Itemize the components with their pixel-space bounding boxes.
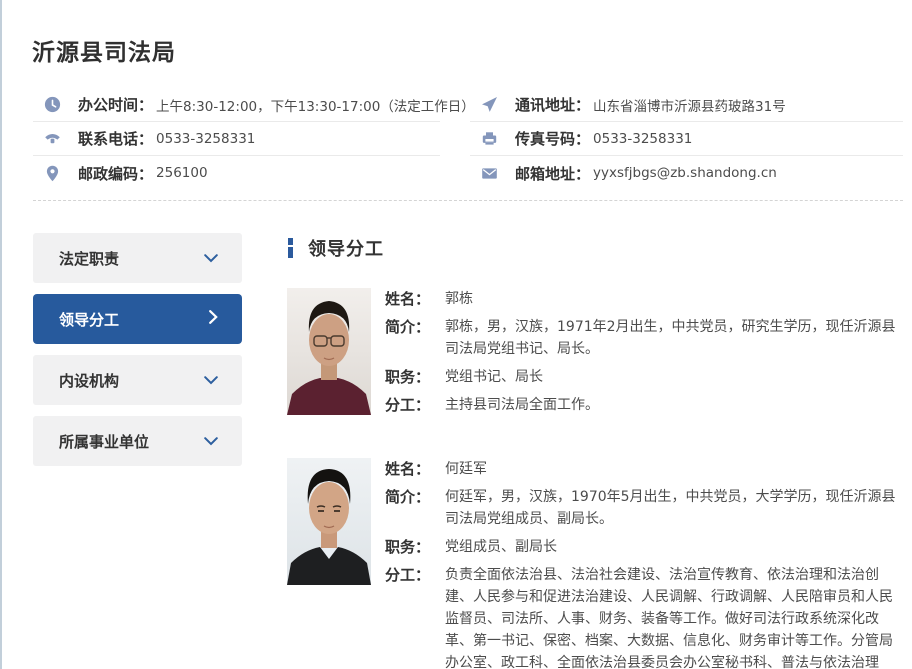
chevron-down-icon [204, 249, 218, 267]
contact-label: 办公时间： [78, 94, 153, 115]
field-label: 简介： [385, 486, 445, 530]
field-label: 姓名： [385, 288, 445, 310]
field-label: 简介： [385, 316, 445, 360]
chevron-right-icon [209, 310, 218, 328]
sidebar-item-label: 所属事业单位 [59, 431, 149, 452]
sidebar-item-label: 法定职责 [59, 248, 119, 269]
sidebar-item-leadership-division[interactable]: 领导分工 [33, 294, 242, 344]
heading-marker-icon [288, 238, 293, 258]
sidebar: 法定职责 领导分工 内设机构 所属事业单位 [33, 233, 242, 477]
field-label: 姓名： [385, 458, 445, 480]
contact-label: 联系电话： [78, 128, 153, 149]
leader-duty: 主持县司法局全面工作。 [445, 394, 903, 416]
sidebar-item-statutory-duties[interactable]: 法定职责 [33, 233, 242, 283]
clock-icon [44, 96, 61, 113]
contact-value: 0533-3258331 [156, 131, 255, 147]
contact-value: 0533-3258331 [593, 131, 692, 147]
leader-name: 何廷军 [445, 458, 903, 480]
page-left-edge [0, 0, 2, 669]
field-profile: 简介： 郭栋，男，汉族，1971年2月出生，中共党员，研究生学历，现任沂源县司法… [385, 316, 903, 360]
leader-position: 党组成员、副局长 [445, 536, 903, 558]
contact-bottom-divider [33, 200, 903, 201]
sidebar-item-label: 领导分工 [59, 309, 119, 330]
field-duty: 分工： 负责全面依法治县、法治社会建设、法治宣传教育、依法治理和法治创建、人民参… [385, 564, 903, 669]
field-label: 分工： [385, 394, 445, 416]
chevron-down-icon [204, 371, 218, 389]
location-icon [44, 165, 61, 182]
fax-icon [481, 130, 498, 147]
field-name: 姓名： 何廷军 [385, 458, 903, 480]
leader-bio: 何廷军，男，汉族，1970年5月出生，中共党员，大学学历，现任沂源县司法局党组成… [445, 486, 903, 530]
page: 沂源县司法局 办公时间： 上午8:30-12:00，下午13:30-17:00（… [0, 0, 912, 669]
mail-icon [481, 165, 498, 182]
field-position: 职务： 党组书记、局长 [385, 366, 903, 388]
contact-row-phone: 联系电话： 0533-3258331 [33, 122, 440, 156]
field-label: 职务： [385, 366, 445, 388]
field-duty: 分工： 主持县司法局全面工作。 [385, 394, 903, 416]
leader-profile: 姓名： 何廷军 简介： 何廷军，男，汉族，1970年5月出生，中共党员，大学学历… [287, 458, 903, 669]
contact-label: 通讯地址： [515, 94, 590, 115]
field-label: 职务： [385, 536, 445, 558]
contact-label: 邮箱地址： [515, 163, 590, 184]
contact-row-address: 通讯地址： 山东省淄博市沂源县药玻路31号 [470, 88, 903, 122]
contact-value: 上午8:30-12:00，下午13:30-17:00（法定工作日） [156, 95, 475, 115]
contact-label: 邮政编码： [78, 163, 153, 184]
field-name: 姓名： 郭栋 [385, 288, 903, 310]
phone-icon [44, 130, 61, 147]
field-label: 分工： [385, 564, 445, 669]
leader-fields: 姓名： 郭栋 简介： 郭栋，男，汉族，1971年2月出生，中共党员，研究生学历，… [385, 288, 903, 422]
contact-row-postcode: 邮政编码： 256100 [33, 156, 440, 190]
leader-photo [287, 458, 371, 585]
leader-bio: 郭栋，男，汉族，1971年2月出生，中共党员，研究生学历，现任沂源县司法局党组书… [445, 316, 903, 360]
section-heading-title: 领导分工 [308, 235, 384, 261]
page-title: 沂源县司法局 [32, 33, 176, 67]
field-position: 职务： 党组成员、副局长 [385, 536, 903, 558]
contact-value: yyxsfjbgs@zb.shandong.cn [593, 165, 777, 181]
leader-profile: 姓名： 郭栋 简介： 郭栋，男，汉族，1971年2月出生，中共党员，研究生学历，… [287, 288, 903, 422]
leader-name: 郭栋 [445, 288, 903, 310]
leader-position: 党组书记、局长 [445, 366, 903, 388]
contact-row-fax: 传真号码： 0533-3258331 [470, 122, 903, 156]
contact-info-grid: 办公时间： 上午8:30-12:00，下午13:30-17:00（法定工作日） … [33, 88, 903, 190]
section-heading: 领导分工 [287, 237, 903, 259]
contact-row-email: 邮箱地址： yyxsfjbgs@zb.shandong.cn [470, 156, 903, 190]
navigation-icon [481, 96, 498, 113]
main-content: 领导分工 姓名： [287, 237, 903, 259]
leader-photo [287, 288, 371, 415]
contact-value: 256100 [156, 165, 208, 181]
field-profile: 简介： 何廷军，男，汉族，1970年5月出生，中共党员，大学学历，现任沂源县司法… [385, 486, 903, 530]
leader-fields: 姓名： 何廷军 简介： 何廷军，男，汉族，1970年5月出生，中共党员，大学学历… [385, 458, 903, 669]
sidebar-item-affiliated-institutions[interactable]: 所属事业单位 [33, 416, 242, 466]
chevron-down-icon [204, 432, 218, 450]
sidebar-item-internal-bodies[interactable]: 内设机构 [33, 355, 242, 405]
contact-row-office-hours: 办公时间： 上午8:30-12:00，下午13:30-17:00（法定工作日） [33, 88, 440, 122]
contact-label: 传真号码： [515, 128, 590, 149]
sidebar-item-label: 内设机构 [59, 370, 119, 391]
leader-duty: 负责全面依法治县、法治社会建设、法治宣传教育、依法治理和法治创建、人民参与和促进… [445, 564, 903, 669]
contact-value: 山东省淄博市沂源县药玻路31号 [593, 95, 786, 115]
